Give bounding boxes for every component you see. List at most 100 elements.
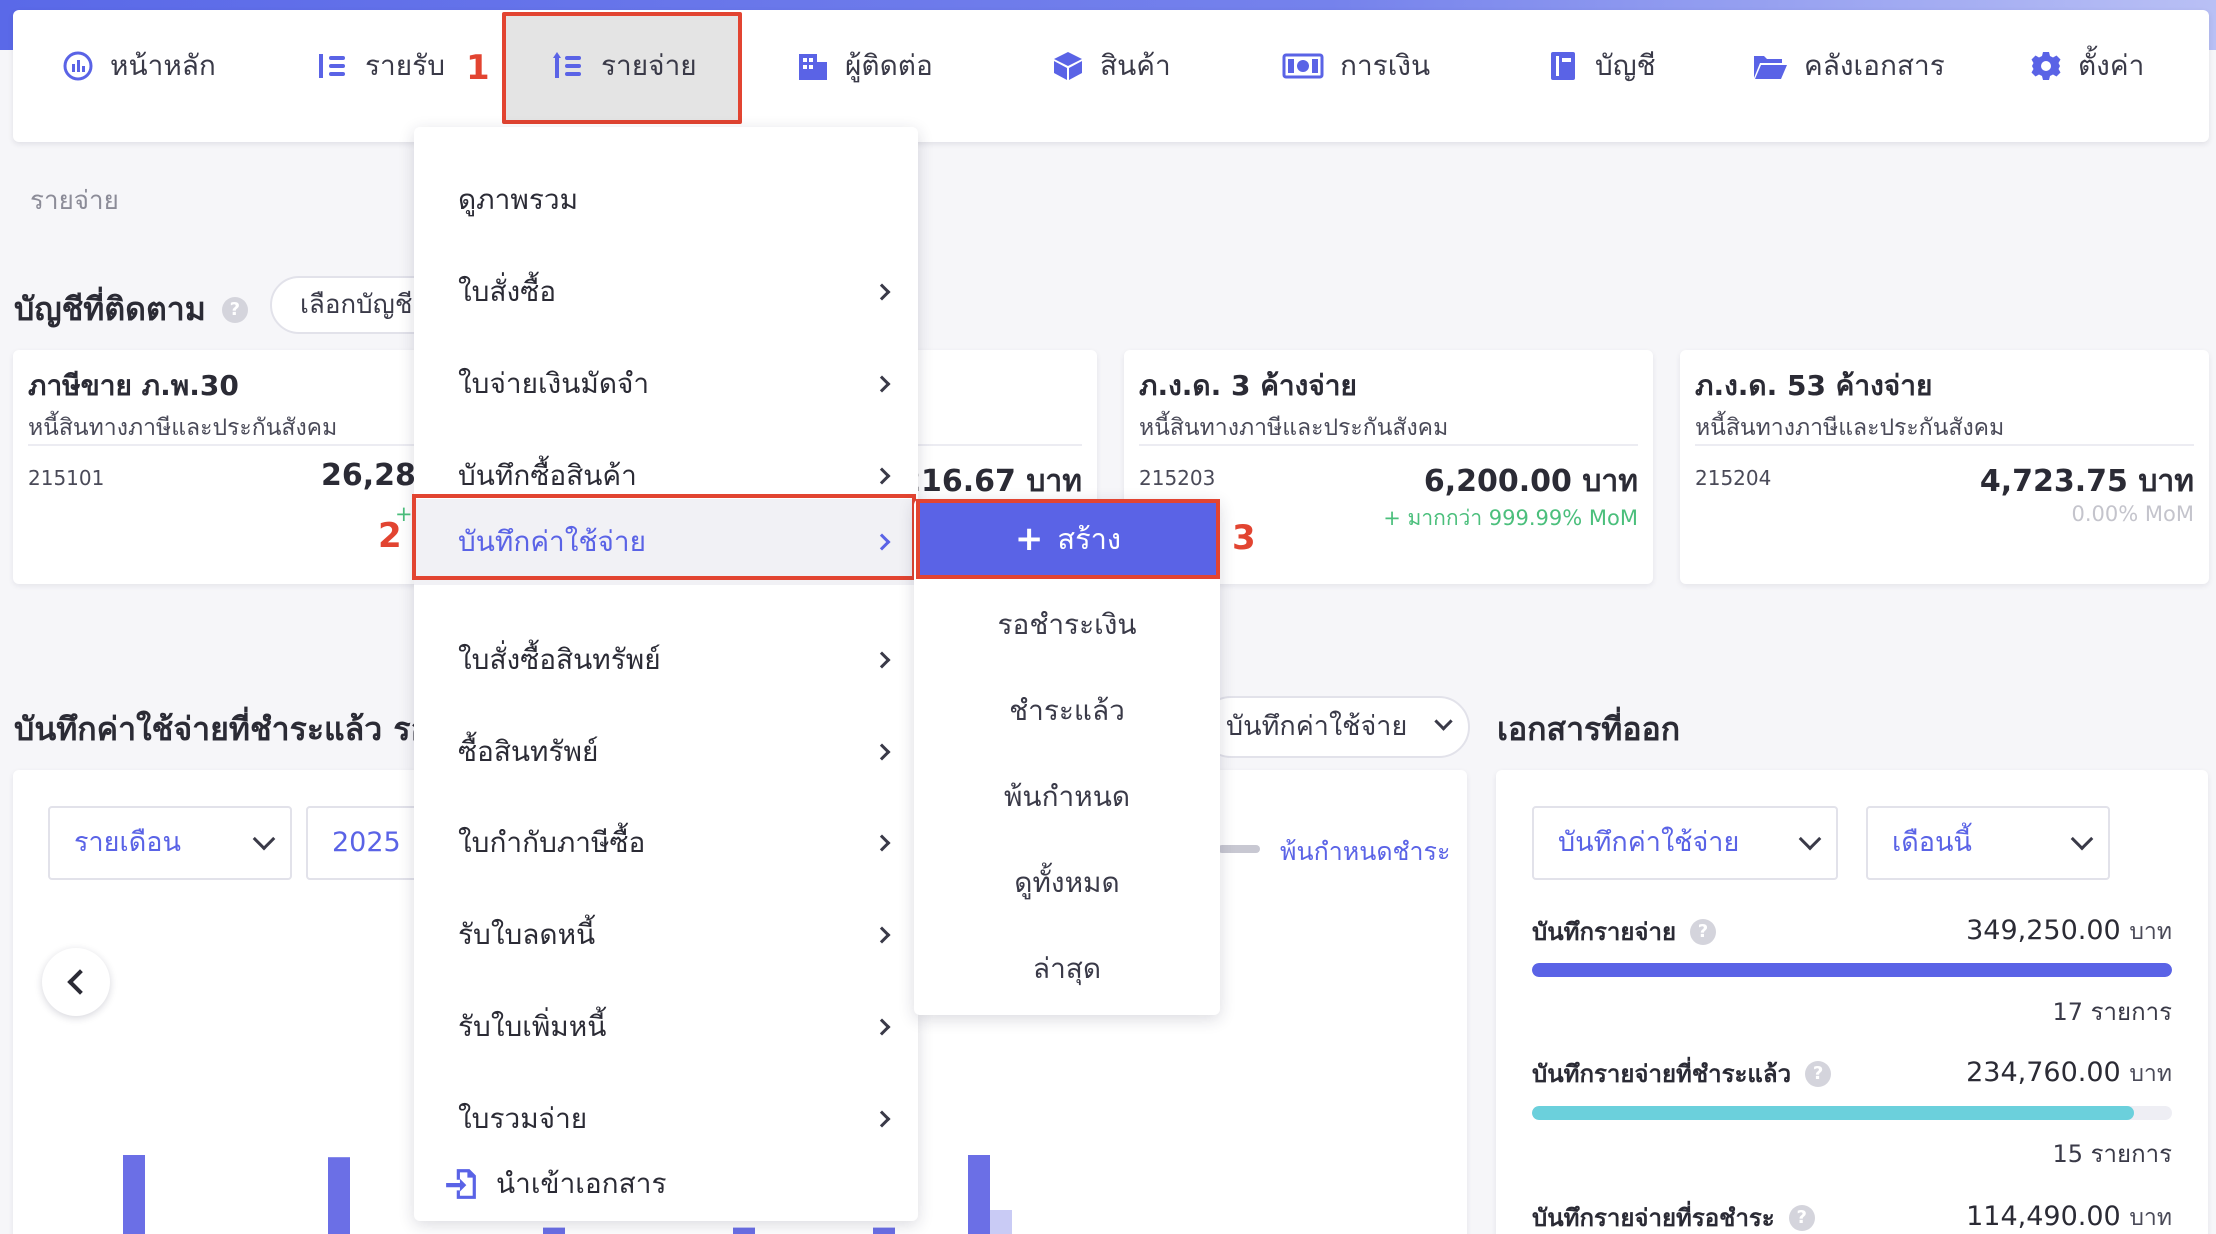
chevron-right-icon <box>873 467 891 485</box>
card-mom: 0.00% MoM <box>2071 502 2194 526</box>
menu-item-asset-purchase[interactable]: ซื้อสินทรัพย์ <box>414 706 918 798</box>
nav-item-documents[interactable]: คลังเอกสาร <box>1752 0 1945 132</box>
doc-amount-unit: บาท <box>2129 1205 2172 1231</box>
tracked-accounts-title-text: บัญชีที่ติดตาม <box>14 290 206 328</box>
submenu-item-awaiting-payment[interactable]: รอชำระเงิน <box>914 582 1220 668</box>
chart-bar[interactable] <box>123 1155 145 1234</box>
menu-item-label: รับใบเพิ่มหนี้ <box>458 1010 607 1043</box>
create-label: สร้าง <box>1057 522 1122 556</box>
doc-period-select[interactable]: เดือนนี้ <box>1866 806 2110 880</box>
menu-item-receive-debit-note[interactable]: รับใบเพิ่มหนี้ <box>414 981 918 1073</box>
chart-bar[interactable] <box>968 1155 990 1234</box>
menu-item-label: บันทึกค่าใช้จ่าย <box>458 525 646 558</box>
nav-item-settings[interactable]: ตั้งค่า <box>2030 0 2144 132</box>
card-divider <box>1695 444 2194 446</box>
menu-item-receive-credit-note[interactable]: รับใบลดหนี้ <box>414 889 918 981</box>
nav-label: บัญชี <box>1595 49 1656 82</box>
doc-amount-value: 349,250.00 <box>1966 915 2121 946</box>
legend-overdue-label[interactable]: พ้นกำหนดชำระ <box>1280 832 1450 872</box>
plus-icon: + <box>1014 519 1044 559</box>
menu-item-label: บันทึกซื้อสินค้า <box>458 459 637 492</box>
doc-row-label-text: บันทึกรายจ่าย <box>1532 918 1677 946</box>
nav-item-accounting[interactable]: บัญชี <box>1547 0 1656 132</box>
chevron-down-icon <box>2070 827 2094 851</box>
expense-dropdown-menu: ดูภาพรวม ใบสั่งซื้อ ใบจ่ายเงินมัดจำ บันท… <box>414 127 918 1221</box>
expense-type-select[interactable]: บันทึกค่าใช้จ่าย <box>1200 696 1470 758</box>
card-amount: 6,200.00 บาท <box>1423 464 1638 499</box>
doc-row-label: บันทึกรายจ่าย ? <box>1532 912 1717 951</box>
contacts-icon <box>799 54 827 80</box>
card-divider <box>1139 444 1638 446</box>
create-expense-button[interactable]: + สร้าง <box>916 499 1220 579</box>
chevron-down-icon <box>1434 712 1453 731</box>
menu-item-overview[interactable]: ดูภาพรวม <box>414 154 918 246</box>
submenu-item-view-all[interactable]: ดูทั้งหมด <box>914 840 1220 926</box>
menu-item-label: ใบกำกับภาษีซื้อ <box>458 826 646 859</box>
nav-label: หน้าหลัก <box>110 49 216 82</box>
doc-type-select[interactable]: บันทึกค่าใช้จ่าย <box>1532 806 1838 880</box>
doc-amount-value: 234,760.00 <box>1966 1057 2121 1088</box>
nav-label: สินค้า <box>1100 49 1171 82</box>
help-icon[interactable]: ? <box>1805 1060 1832 1087</box>
card-subtitle: หนี้สินทางภาษีและประกันสังคม <box>28 415 338 441</box>
chevron-left-icon <box>67 969 93 995</box>
chevron-down-icon <box>1798 827 1822 851</box>
help-icon[interactable]: ? <box>1788 1204 1815 1231</box>
doc-progress-fill <box>1532 963 2172 977</box>
chart-bar[interactable] <box>873 1227 895 1234</box>
help-icon[interactable]: ? <box>1690 918 1717 945</box>
nav-item-dashboard[interactable]: หน้าหลัก <box>62 0 216 132</box>
page-title: รายจ่าย <box>30 186 119 216</box>
card-mom: + มากกว่า 999.99% MoM <box>1383 506 1638 530</box>
submenu-item-overdue[interactable]: พ้นกำหนด <box>914 754 1220 840</box>
chevron-right-icon <box>873 375 891 393</box>
year-select[interactable]: 2025 <box>306 806 426 880</box>
menu-item-purchase-tax-invoice[interactable]: ใบกำกับภาษีซื้อ <box>414 797 918 889</box>
account-card-pnd53[interactable]: ภ.ง.ด. 53 ค้างจ่าย หนี้สินทางภาษีและประก… <box>1680 350 2209 584</box>
doc-row-label: บันทึกรายจ่ายที่รอชำระ ? <box>1532 1198 1815 1234</box>
card-code: 215204 <box>1695 466 1772 490</box>
tracked-accounts-title: บัญชีที่ติดตาม ? <box>14 284 248 335</box>
nav-label: ผู้ติดต่อ <box>845 49 933 82</box>
submenu-item-paid[interactable]: ชำระแล้ว <box>914 668 1220 754</box>
select-value: เดือนนี้ <box>1892 827 1972 858</box>
chart-bar[interactable] <box>990 1210 1012 1234</box>
menu-item-import-documents[interactable]: นำเข้าเอกสาร <box>414 1149 918 1219</box>
menu-item-asset-purchase-order[interactable]: ใบสั่งซื้อสินทรัพย์ <box>414 614 918 706</box>
select-value: บันทึกค่าใช้จ่าย <box>1226 711 1408 742</box>
menu-item-label: ซื้อสินทรัพย์ <box>458 735 599 768</box>
menu-item-expense-record[interactable]: บันทึกค่าใช้จ่าย <box>414 499 918 585</box>
nav-item-products[interactable]: สินค้า <box>1052 0 1171 132</box>
issued-docs-title: เอกสารที่ออก <box>1497 710 1681 748</box>
account-card-vat[interactable]: ภาษีขาย ภ.พ.30 หนี้สินทางภาษีและประกันสั… <box>13 350 433 584</box>
period-select[interactable]: รายเดือน <box>48 806 292 880</box>
nav-label: การเงิน <box>1340 49 1431 82</box>
menu-item-deposit-payment[interactable]: ใบจ่ายเงินมัดจำ <box>414 338 918 430</box>
help-icon[interactable]: ? <box>221 296 248 323</box>
menu-item-purchase-order[interactable]: ใบสั่งซื้อ <box>414 246 918 338</box>
chevron-right-icon <box>873 1110 891 1128</box>
import-icon <box>446 1169 476 1199</box>
nav-item-expense[interactable]: รายจ่าย <box>553 0 697 132</box>
chevron-right-icon <box>873 926 891 944</box>
nav-item-income[interactable]: รายรับ <box>317 0 445 132</box>
chart-bar[interactable] <box>733 1227 755 1234</box>
doc-row-amount: 114,490.00 บาท <box>1966 1200 2172 1234</box>
card-amount: 4,723.75 บาท <box>1979 464 2194 499</box>
chart-bar[interactable] <box>328 1157 350 1234</box>
nav-label: ตั้งค่า <box>2078 49 2145 82</box>
chevron-right-icon <box>873 283 891 301</box>
chart-prev-button[interactable] <box>42 948 110 1016</box>
card-title: ภาษีขาย ภ.พ.30 <box>28 369 239 402</box>
nav-item-finance[interactable]: การเงิน <box>1282 0 1430 132</box>
submenu-item-latest[interactable]: ล่าสุด <box>914 926 1220 1012</box>
doc-amount-value: 114,490.00 <box>1966 1201 2121 1232</box>
card-title: ภ.ง.ด. 53 ค้างจ่าย <box>1695 369 1933 402</box>
chart-bar[interactable] <box>543 1227 565 1234</box>
menu-item-label: ใบสั่งซื้อ <box>458 275 557 308</box>
ledger-icon <box>1551 52 1575 80</box>
menu-item-label: ใบสั่งซื้อสินทรัพย์ <box>458 643 661 676</box>
nav-item-contacts[interactable]: ผู้ติดต่อ <box>797 0 933 132</box>
card-divider <box>28 444 418 446</box>
doc-row-count: 15 รายการ <box>2052 1140 2173 1168</box>
